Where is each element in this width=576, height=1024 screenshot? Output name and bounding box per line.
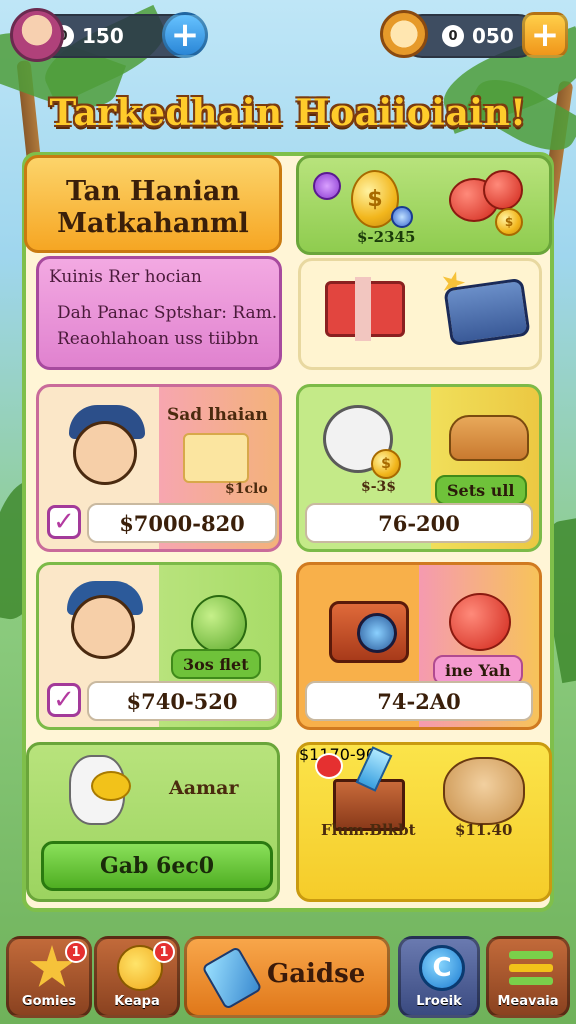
item-1-price: $7000-820 [87, 503, 277, 543]
item-2-price: 76-200 [305, 503, 533, 543]
right-currency-value: 050 [472, 24, 514, 48]
pastry-icon [183, 433, 249, 483]
duck-icon [91, 771, 131, 801]
coin-icon: $ [371, 449, 401, 479]
small-coin-icon: $ [495, 208, 523, 236]
info-line-1: Dah Panac Sptshar: Ram. [57, 303, 278, 323]
nav-item-guides[interactable]: Gaidse [184, 936, 390, 1018]
info-line-2: Reaohlahoan uss tiibbn [57, 329, 259, 349]
chest-offer-tag: $11.40 [455, 821, 513, 839]
add-coins-button[interactable]: + [522, 12, 568, 58]
games-badge: 1 [65, 941, 87, 963]
item-1-tag: $1clo [225, 481, 268, 497]
nav-label-menu: Meavaia [497, 994, 559, 1009]
nav-label-keapa: Keapa [114, 994, 160, 1009]
special-offer-title: Aamar [169, 777, 239, 799]
item-3-checkbox[interactable]: ✓ [47, 683, 81, 717]
dog-character-icon [443, 757, 525, 825]
keapa-badge: 1 [153, 941, 175, 963]
chest-offer-card[interactable]: Flum.Blkbt $11.40 $1170-90 [296, 742, 552, 902]
menu-icon [509, 951, 553, 959]
banner-line-1: Tan Hanian [65, 176, 241, 207]
item-2-tag: $-3$ [361, 479, 397, 495]
item-2-title: Sets ull [435, 475, 527, 505]
add-currency-button[interactable]: + [162, 12, 208, 58]
item-card-3[interactable]: 3os flet $740-520 ✓ [36, 562, 282, 730]
bundle-price: $-2345 [357, 228, 416, 246]
pet-avatar-icon[interactable] [380, 10, 428, 58]
coin-icon: 0 [442, 25, 464, 47]
special-offer-card[interactable]: Aamar Gab 6ec0 [26, 742, 280, 902]
plus-icon: + [170, 15, 200, 55]
treasure-chest-icon [443, 277, 531, 347]
left-currency-value: 150 [82, 24, 124, 48]
gift-ribbon [355, 277, 371, 341]
pencil-icon [201, 945, 263, 1011]
cherry-icon [483, 170, 523, 210]
blue-gem-icon [391, 206, 413, 228]
girl-character-icon [73, 421, 137, 485]
nav-item-keapa[interactable]: 1 Keapa [94, 936, 180, 1018]
bottom-navigation: 1 Gomies 1 Keapa Gaidse C Lroeik Meavaia [0, 930, 576, 1024]
item-1-checkbox[interactable]: ✓ [47, 505, 81, 539]
item-card-2[interactable]: $ $-3$ Sets ull 76-200 [296, 384, 542, 552]
girl-character-icon [71, 595, 135, 659]
heart-icon [315, 753, 343, 779]
special-offer-button[interactable]: Gab 6ec0 [41, 841, 273, 891]
chest-offer-title: Flum.Blkbt [321, 821, 416, 839]
shop-banner: Tan Hanian Matkahanml [24, 155, 282, 253]
gift-box-card[interactable] [298, 258, 542, 370]
banner-line-2: Matkahanml [57, 208, 249, 239]
info-heading: Kuinis Rer hocian [49, 267, 202, 287]
fruit-icon [191, 595, 247, 653]
nav-label-games: Gomies [21, 994, 77, 1009]
item-4-price: 74-2A0 [305, 681, 533, 721]
item-1-title: Sad lhaian [167, 405, 268, 425]
player-avatar[interactable] [10, 8, 64, 62]
coin-bundle-card[interactable]: $ $ $-2345 [296, 155, 552, 255]
item-3-title: 3os flet [171, 649, 261, 679]
info-card: Kuinis Rer hocian Dah Panac Sptshar: Ram… [36, 256, 282, 370]
item-card-1[interactable]: Sad lhaian $1clo $7000-820 ✓ [36, 384, 282, 552]
plus-icon: + [530, 15, 560, 55]
star-gem-icon [313, 172, 341, 200]
berry-icon [449, 593, 511, 651]
nav-item-lroeik[interactable]: C Lroeik [398, 936, 480, 1018]
page-title: Tarkedhain Hoaiioiain! [49, 92, 527, 134]
nav-label-guides: Gaidse [267, 959, 366, 989]
sandwich-icon [449, 415, 529, 461]
item-card-4[interactable]: ine Yah 74-2A0 [296, 562, 542, 730]
item-3-price: $740-520 [87, 681, 277, 721]
camera-lens [357, 613, 397, 653]
refresh-icon: C [419, 945, 465, 991]
nav-item-games[interactable]: 1 Gomies [6, 936, 92, 1018]
nav-item-menu[interactable]: Meavaia [486, 936, 570, 1018]
top-bar: 0 150 + 0 050 + [0, 8, 576, 64]
nav-label-lroeik: Lroeik [416, 994, 462, 1009]
